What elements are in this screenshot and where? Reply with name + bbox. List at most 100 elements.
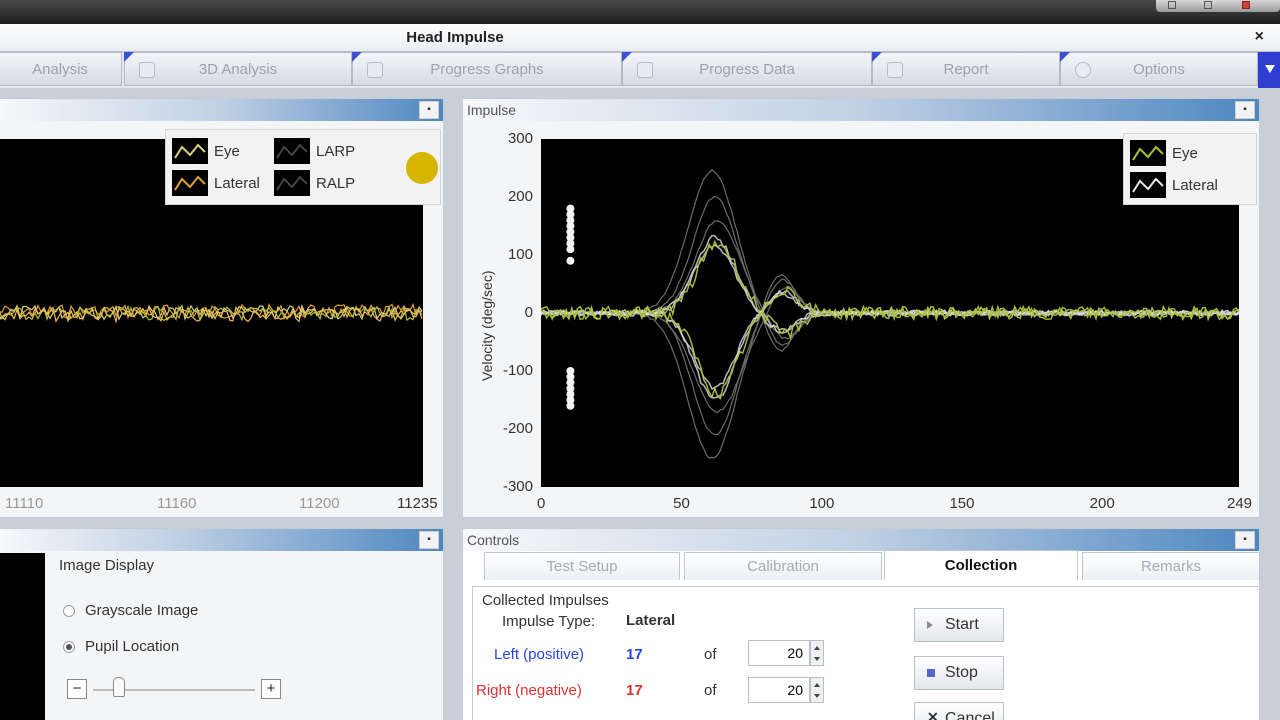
- eye-swatch-icon: [1130, 140, 1166, 166]
- head-impulse-trace: [540, 195, 1240, 346]
- panel-minimize-button[interactable]: ▪: [1235, 101, 1255, 119]
- tab-corner-marker: [1060, 52, 1070, 62]
- x-tick: 11235: [397, 495, 438, 512]
- tab-label: Report: [943, 60, 989, 78]
- tab-remarks[interactable]: Remarks: [1082, 552, 1260, 580]
- panel-minimize-button[interactable]: ▪: [1235, 531, 1255, 549]
- impulse-legend: Eye Lateral: [1123, 133, 1257, 205]
- ralp-swatch-icon: [274, 170, 310, 196]
- pupil-location-label[interactable]: Pupil Location: [85, 638, 179, 655]
- impulse-type-value: Lateral: [626, 612, 676, 629]
- tab-label: Analysis: [32, 60, 88, 78]
- grayscale-label[interactable]: Grayscale Image: [85, 602, 198, 619]
- pupil-location-radio[interactable]: [63, 641, 75, 653]
- x-tick: 11200: [299, 495, 340, 512]
- tab-progress-graphs[interactable]: Progress Graphs: [352, 52, 622, 86]
- impulse-panel: Impulse ▪ Velocity (deg/sec) 300 200 100 0-…: [462, 98, 1260, 518]
- button-label: Start: [945, 616, 979, 633]
- panel-minimize-button[interactable]: ▪: [419, 101, 439, 119]
- tab-progress-data[interactable]: Progress Data: [622, 52, 872, 86]
- tab-scroll-down-button[interactable]: [1258, 52, 1280, 88]
- panel-minimize-button[interactable]: ▪: [419, 531, 439, 549]
- tab-label: Calibration: [747, 558, 819, 575]
- os-top-strip: [0, 0, 1280, 24]
- tab-test-setup[interactable]: Test Setup: [484, 552, 680, 580]
- lateral-swatch-icon: [1130, 172, 1166, 198]
- window-title: Head Impulse: [406, 29, 504, 46]
- right-total-spinner[interactable]: [810, 677, 824, 703]
- panel-header: Impulse ▪: [463, 99, 1259, 121]
- status-indicator-dot: [406, 152, 438, 184]
- x-tick: 11110: [5, 495, 44, 512]
- stop-button[interactable]: Stop: [914, 656, 1004, 690]
- x-tick: 11160: [157, 495, 197, 512]
- legend-item-eye: Eye: [172, 138, 240, 164]
- impulse-marker-dot: [566, 401, 575, 410]
- impulse-marker-dot: [566, 245, 575, 254]
- tab-calibration[interactable]: Calibration: [684, 552, 882, 580]
- tab-label: 3D Analysis: [198, 60, 278, 78]
- tab-label: Progress Data: [699, 60, 795, 78]
- lateral-trace: [540, 234, 1240, 334]
- start-button[interactable]: Start: [914, 608, 1004, 642]
- button-label: Cancel: [945, 710, 995, 720]
- eye-trace: [540, 285, 1240, 400]
- tab-report[interactable]: Report: [872, 52, 1060, 86]
- tab-label: Progress Graphs: [430, 60, 544, 78]
- legend-label: RALP: [316, 174, 356, 192]
- legend-item-larp: LARP: [274, 138, 355, 164]
- tab-collection[interactable]: Collection: [884, 550, 1078, 580]
- y-tick: -300: [502, 478, 533, 495]
- zoom-out-button[interactable]: −: [67, 679, 87, 699]
- left-total-input[interactable]: 20: [748, 640, 810, 666]
- y-tick: -100: [502, 362, 533, 379]
- main-tab-strip: Analysis 3D Analysis Progress Graphs Pro…: [0, 52, 1280, 88]
- tab-corner-marker: [352, 52, 362, 62]
- image-display-heading: Image Display: [59, 557, 155, 574]
- panel-header: ▪: [0, 529, 443, 551]
- tab-analysis[interactable]: Analysis: [0, 52, 122, 86]
- title-bar: Head Impulse ×: [0, 24, 1280, 52]
- tab-label: Collection: [944, 557, 1018, 574]
- y-tick: 300: [507, 130, 533, 147]
- panel-title: Controls: [467, 532, 520, 548]
- close-icon[interactable]: [1242, 1, 1250, 9]
- y-axis-label: Velocity (deg/sec): [479, 270, 495, 382]
- graph-icon: [367, 62, 383, 78]
- minimize-icon[interactable]: [1168, 1, 1176, 9]
- right-total-input[interactable]: 20: [748, 677, 810, 703]
- tab-label: Remarks: [1140, 558, 1201, 575]
- left-total-spinner[interactable]: [810, 640, 824, 666]
- 3d-analysis-icon: [139, 62, 155, 78]
- legend-label: LARP: [316, 142, 356, 160]
- window-close-button[interactable]: ×: [1255, 28, 1264, 46]
- y-tick: -200: [502, 420, 533, 437]
- cancel-button[interactable]: ✕ Cancel: [914, 702, 1004, 720]
- larp-swatch-icon: [274, 138, 310, 164]
- zoom-slider-thumb[interactable]: [113, 677, 125, 697]
- x-tick: 150: [949, 495, 975, 512]
- tab-label: Options: [1133, 60, 1185, 78]
- x-tick: 0: [537, 495, 546, 512]
- lateral-trace: [540, 289, 1240, 399]
- tab-corner-marker: [872, 52, 882, 62]
- zoom-in-button[interactable]: +: [261, 679, 281, 699]
- of-label: of: [704, 682, 717, 699]
- report-icon: [887, 62, 903, 78]
- grayscale-radio[interactable]: [63, 605, 75, 617]
- maximize-icon[interactable]: [1204, 1, 1212, 9]
- gear-icon: [1075, 62, 1091, 78]
- head-impulse-trace: [540, 285, 1240, 414]
- left-signal-panel: ▪ Eye LARP Lateral RALP 11110 11160 1120…: [0, 98, 444, 518]
- legend-item-eye: Eye: [1130, 140, 1198, 166]
- panel-header: ▪: [0, 99, 443, 121]
- head-impulse-trace: [540, 220, 1240, 340]
- legend-item-ralp: RALP: [274, 170, 355, 196]
- os-window-buttons: [1156, 0, 1280, 12]
- legend-item-lateral: Lateral: [1130, 172, 1218, 198]
- tab-corner-marker: [124, 52, 134, 62]
- tab-3d-analysis[interactable]: 3D Analysis: [124, 52, 352, 86]
- legend-item-lateral: Lateral: [172, 170, 260, 196]
- tab-options[interactable]: Options: [1060, 52, 1258, 86]
- panel-title: Impulse: [467, 102, 517, 118]
